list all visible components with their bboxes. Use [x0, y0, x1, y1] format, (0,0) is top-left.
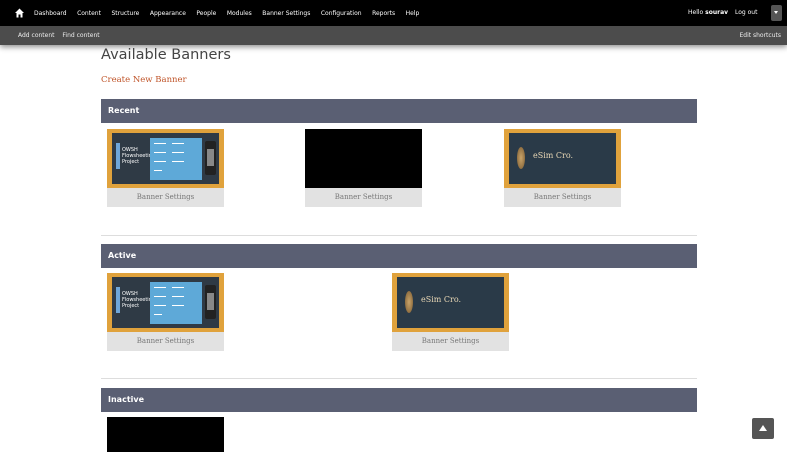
banner-thumbnail[interactable]: eSim Cro. [392, 273, 509, 332]
user-greeting: Hello sourav [688, 0, 728, 26]
banner-thumbnail[interactable]: OWSH Flowsheeting Project [107, 273, 224, 332]
admin-toolbar: Dashboard Content Structure Appearance P… [0, 0, 787, 26]
banner-card: OWSH Flowsheeting Project Banner Setting… [107, 129, 224, 207]
banner-card: eSim Cro. Banner Settings [504, 129, 621, 207]
section-header-active: Active [101, 244, 697, 268]
menu-people[interactable]: People [196, 10, 216, 17]
menu-help[interactable]: Help [406, 10, 420, 17]
banner-card: Banner Settings [305, 129, 422, 207]
section-header-recent: Recent [101, 99, 697, 123]
phone-icon [205, 285, 216, 319]
person-icon [116, 287, 120, 313]
logout-link[interactable]: Log out [735, 0, 757, 26]
banner-card: OWSH Flowsheeting Project Banner Setting… [107, 273, 224, 351]
banner-image: eSim Cro. [397, 277, 504, 328]
find-content-link[interactable]: Find content [62, 32, 99, 39]
banner-thumbnail[interactable]: OWSH Flowsheeting Project [107, 129, 224, 188]
phone-icon [205, 141, 216, 175]
section-header-inactive: Inactive [101, 388, 697, 412]
username-link[interactable]: sourav [705, 9, 728, 16]
arrow-up-icon [759, 425, 767, 431]
banner-image-panel [150, 282, 202, 324]
banner-image-brand: eSim Cro. [533, 151, 574, 160]
banner-image: eSim Cro. [509, 133, 616, 184]
menu-content[interactable]: Content [77, 10, 101, 17]
edit-shortcuts-link[interactable]: Edit shortcuts [739, 26, 781, 45]
menu-banner-settings[interactable]: Banner Settings [262, 10, 310, 17]
banner-settings-button[interactable]: Banner Settings [504, 188, 621, 207]
banner-settings-button[interactable]: Banner Settings [107, 332, 224, 351]
back-to-top-button[interactable] [752, 418, 774, 439]
banner-card [107, 417, 224, 452]
banner-image: OWSH Flowsheeting Project [112, 277, 219, 328]
admin-menu: Dashboard Content Structure Appearance P… [34, 0, 430, 26]
create-banner-link[interactable]: Create New Banner [101, 75, 187, 85]
menu-dashboard[interactable]: Dashboard [34, 10, 67, 17]
menu-reports[interactable]: Reports [372, 10, 395, 17]
banner-thumbnail[interactable] [107, 417, 224, 452]
section-divider [101, 235, 697, 236]
banner-settings-button[interactable]: Banner Settings [107, 188, 224, 207]
menu-appearance[interactable]: Appearance [150, 10, 186, 17]
banner-image-panel [150, 138, 202, 180]
menu-configuration[interactable]: Configuration [321, 10, 362, 17]
shortcuts-toggle-icon[interactable] [771, 5, 782, 21]
banner-thumbnail[interactable]: eSim Cro. [504, 129, 621, 188]
banner-image: OWSH Flowsheeting Project [112, 133, 219, 184]
shortcuts-bar: Add content Find content Edit shortcuts [0, 26, 787, 45]
page-title: Available Banners [101, 47, 231, 63]
emblem-icon [405, 291, 413, 313]
add-content-link[interactable]: Add content [18, 32, 55, 39]
home-icon[interactable] [14, 8, 25, 18]
banner-settings-button[interactable]: Banner Settings [305, 188, 422, 207]
banner-image-brand: eSim Cro. [421, 295, 462, 304]
banner-thumbnail[interactable] [305, 129, 422, 188]
menu-modules[interactable]: Modules [227, 10, 252, 17]
banner-settings-button[interactable]: Banner Settings [392, 332, 509, 351]
menu-structure[interactable]: Structure [111, 10, 139, 17]
emblem-icon [517, 147, 525, 169]
greeting-prefix: Hello [688, 9, 704, 16]
section-divider [101, 378, 697, 379]
person-icon [116, 143, 120, 169]
banner-card: eSim Cro. Banner Settings [392, 273, 509, 351]
